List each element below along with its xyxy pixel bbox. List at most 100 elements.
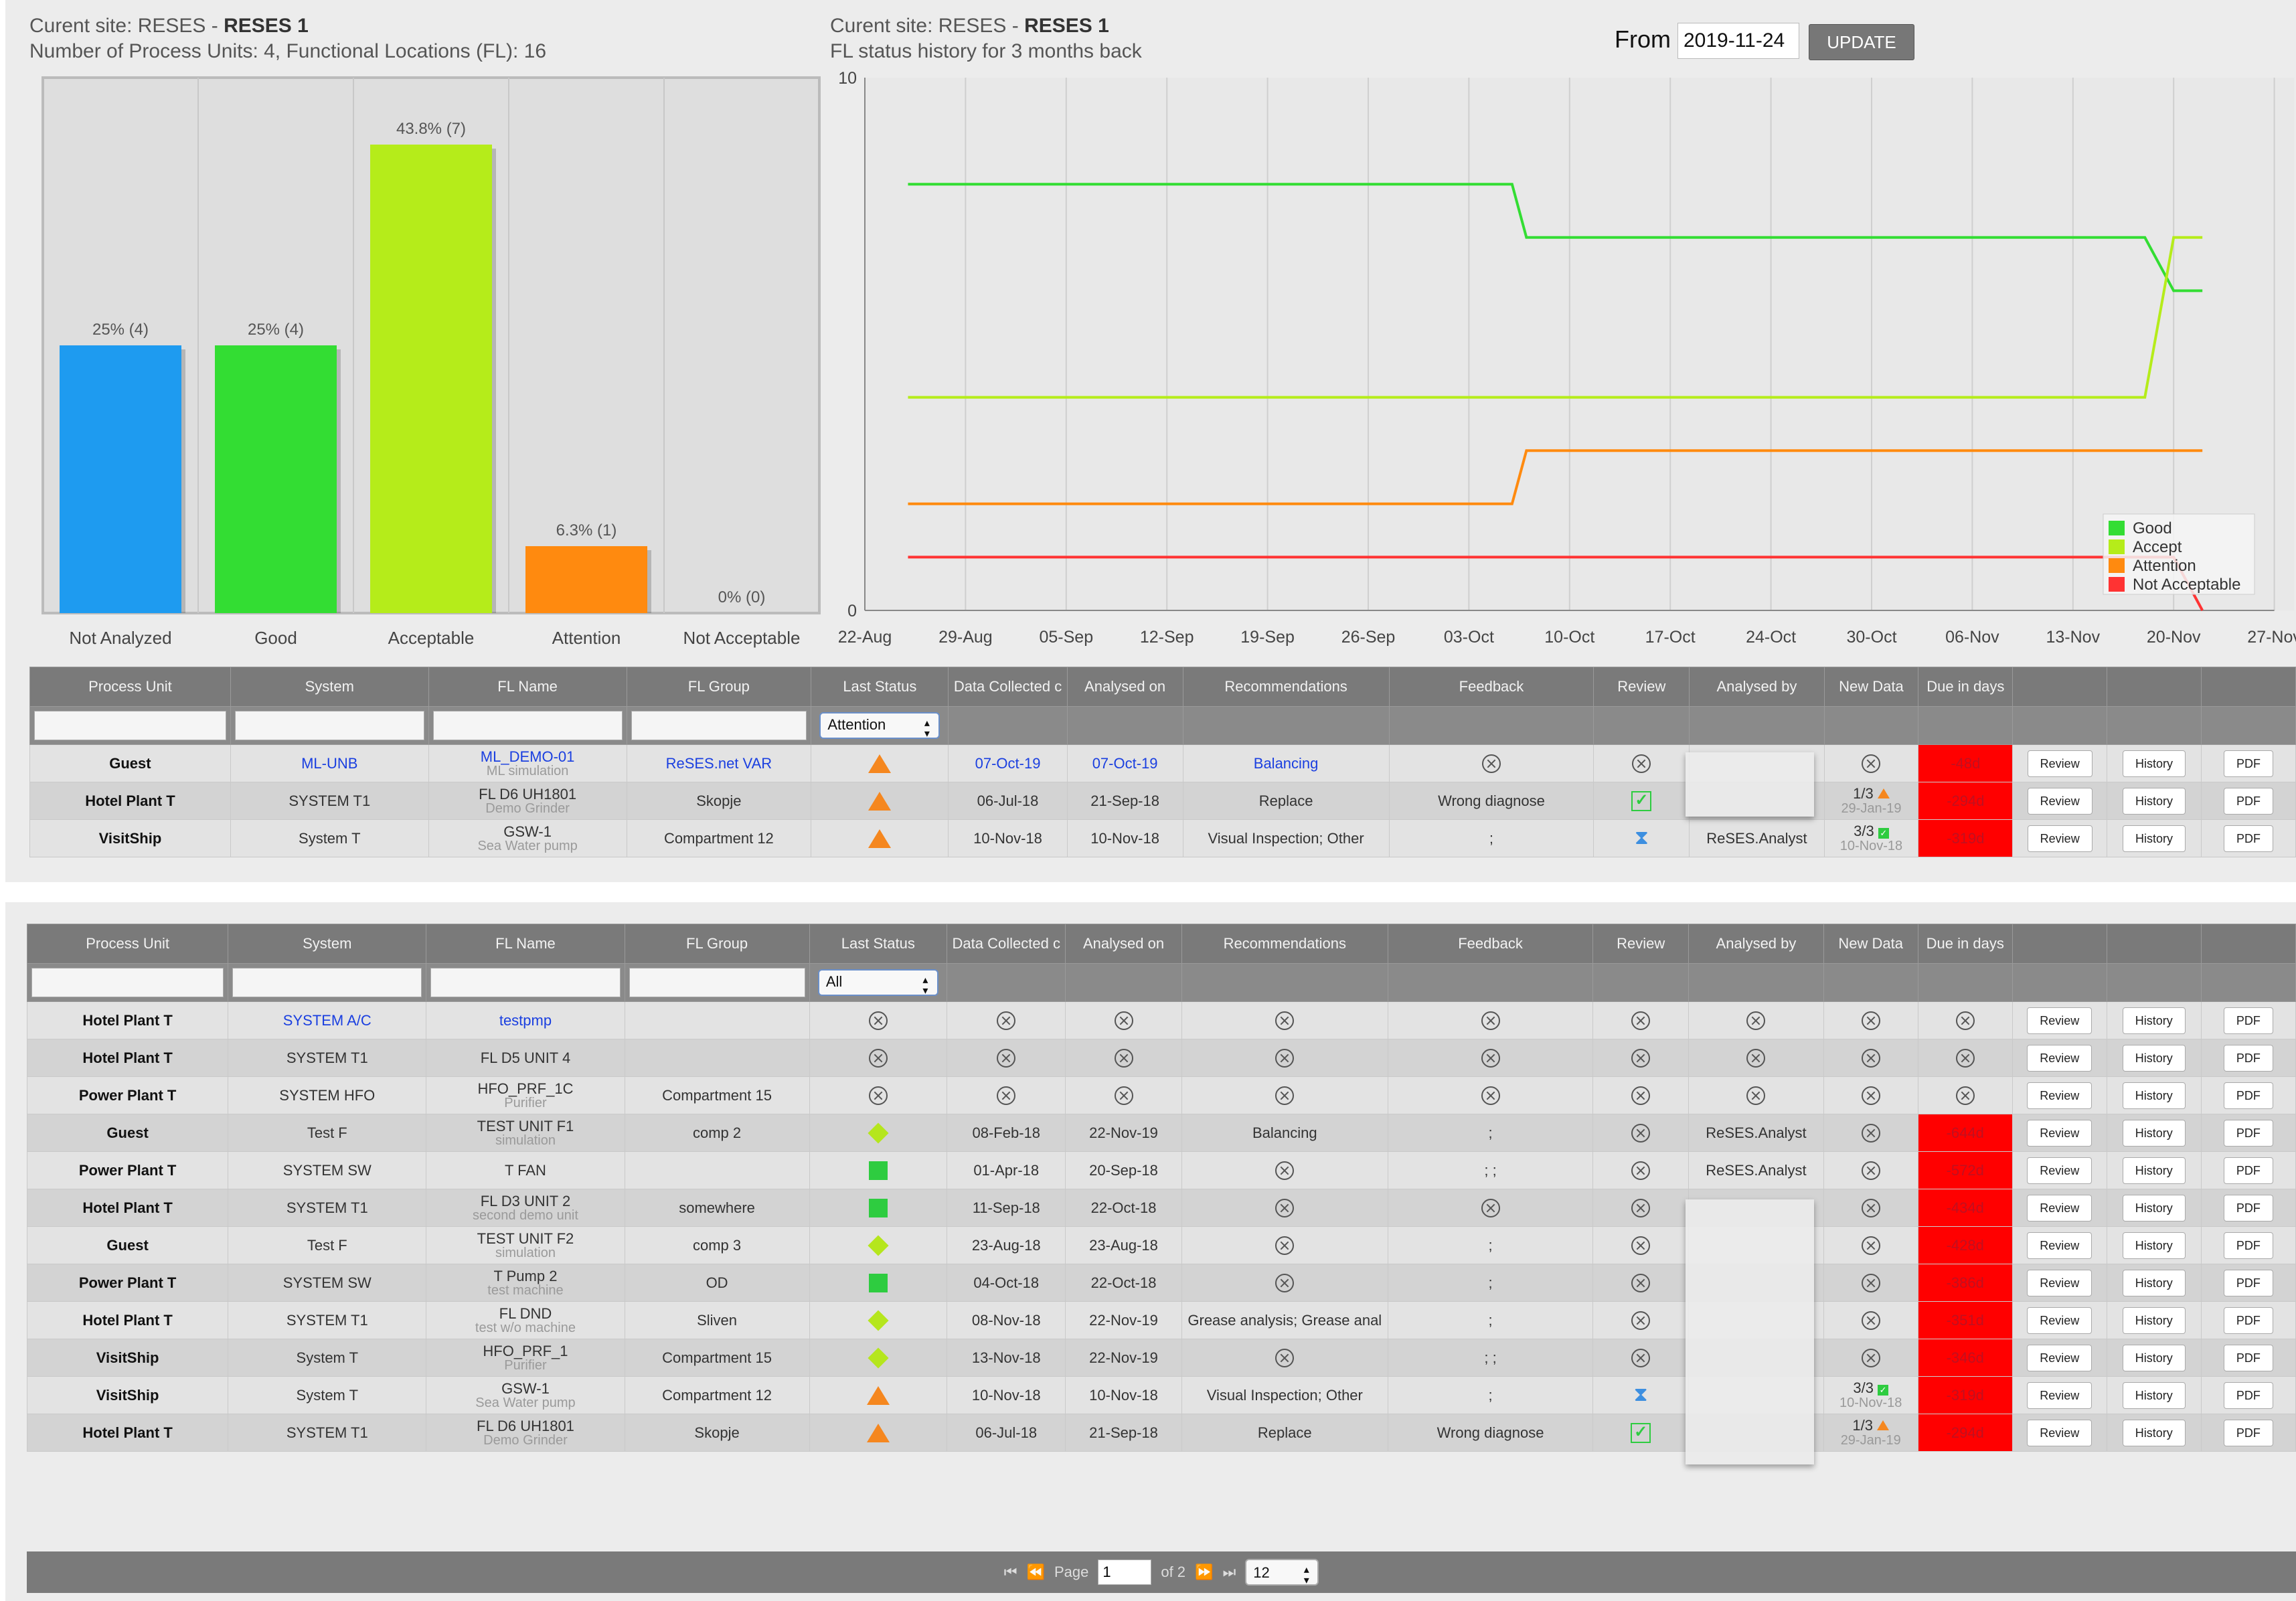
- pdf-button[interactable]: PDF: [2223, 825, 2273, 852]
- review-button[interactable]: Review: [2027, 750, 2093, 777]
- feedback-cell[interactable]: ;: [1387, 1376, 1594, 1414]
- status-filter-select[interactable]: All: [817, 969, 938, 996]
- review-button[interactable]: Review: [2027, 1307, 2093, 1334]
- column-header[interactable]: FL Name: [428, 667, 627, 707]
- review-button[interactable]: Review: [2027, 1157, 2093, 1184]
- review-button[interactable]: Review: [2027, 1119, 2093, 1147]
- history-button[interactable]: History: [2123, 825, 2186, 852]
- fl-name-cell[interactable]: ML_DEMO-01 ML simulation: [428, 744, 627, 782]
- pdf-button[interactable]: PDF: [2223, 1381, 2273, 1409]
- table-row[interactable]: Hotel Plant T SYSTEM T1 FL D6 UH1801 Demo G…: [26, 1414, 2296, 1452]
- pdf-button[interactable]: PDF: [2223, 1007, 2273, 1034]
- pdf-button[interactable]: PDF: [2223, 1119, 2273, 1147]
- new-data-cell[interactable]: 3/3 ✓ 10-Nov-18: [1823, 1376, 1918, 1414]
- pending-review-icon[interactable]: ⧗: [1635, 827, 1649, 849]
- review-cell[interactable]: ⧗: [1592, 1376, 1690, 1414]
- column-header[interactable]: Process Unit: [29, 667, 231, 707]
- update-button[interactable]: UPDATE: [1809, 24, 1914, 60]
- page-size-select[interactable]: 12: [1245, 1559, 1319, 1586]
- review-cell[interactable]: [1592, 1264, 1690, 1302]
- history-button[interactable]: History: [2122, 1269, 2186, 1296]
- feedback-cell[interactable]: [1387, 1001, 1594, 1039]
- from-date-input[interactable]: [1677, 23, 1799, 59]
- column-header[interactable]: Review: [1593, 667, 1690, 707]
- review-button[interactable]: Review: [2027, 1194, 2093, 1221]
- review-cell[interactable]: ✓: [1592, 1414, 1690, 1452]
- column-header[interactable]: Feedback: [1388, 667, 1594, 707]
- pdf-button[interactable]: PDF: [2223, 1269, 2273, 1296]
- review-cell[interactable]: [1592, 1076, 1690, 1114]
- review-cell[interactable]: [1593, 744, 1690, 782]
- column-header[interactable]: Analysed on: [1066, 667, 1183, 707]
- review-button[interactable]: Review: [2027, 787, 2093, 815]
- pdf-button[interactable]: PDF: [2223, 1419, 2273, 1446]
- column-header[interactable]: Recommendations: [1182, 667, 1390, 707]
- new-data-cell[interactable]: 1/3 29-Jan-19: [1823, 782, 1919, 820]
- pdf-button[interactable]: PDF: [2223, 1344, 2273, 1371]
- reviewed-check-icon[interactable]: ✓: [1631, 790, 1652, 811]
- table-row[interactable]: Power Plant T SYSTEM SW T Pump 2 test machi…: [26, 1264, 2296, 1302]
- table-row[interactable]: VisitShip System T GSW-1 Sea Water pump Comp…: [26, 1376, 2296, 1414]
- history-button[interactable]: History: [2122, 1119, 2186, 1147]
- feedback-cell[interactable]: ;: [1388, 819, 1594, 857]
- column-filter-input[interactable]: [31, 968, 224, 997]
- feedback-cell[interactable]: ; ;: [1387, 1151, 1594, 1189]
- review-cell[interactable]: [1592, 1001, 1690, 1039]
- review-cell[interactable]: ⧗: [1593, 819, 1690, 857]
- feedback-cell[interactable]: [1388, 744, 1594, 782]
- review-button[interactable]: Review: [2027, 1419, 2093, 1446]
- column-header[interactable]: Data Collected c: [948, 667, 1068, 707]
- new-data-cell[interactable]: [1823, 1001, 1918, 1039]
- review-button[interactable]: Review: [2027, 1381, 2093, 1409]
- history-button[interactable]: History: [2122, 1157, 2186, 1184]
- column-header[interactable]: [2012, 924, 2107, 964]
- column-filter-input[interactable]: [432, 711, 623, 740]
- column-header[interactable]: [2012, 667, 2108, 707]
- history-button[interactable]: History: [2122, 1007, 2186, 1034]
- history-button[interactable]: History: [2122, 1194, 2186, 1221]
- column-header[interactable]: FL Group: [626, 667, 812, 707]
- table-row[interactable]: VisitShip System T HFO_PRF_1 Purifier Compar…: [26, 1339, 2296, 1377]
- column-header[interactable]: Last Status: [809, 924, 948, 964]
- column-header[interactable]: Analysed by: [1689, 667, 1825, 707]
- review-button[interactable]: Review: [2027, 1232, 2093, 1259]
- table-row[interactable]: Hotel Plant T SYSTEM A/C testpmp Review Hist…: [26, 1001, 2296, 1039]
- history-button[interactable]: History: [2123, 750, 2186, 777]
- column-header[interactable]: System: [230, 667, 429, 707]
- history-button[interactable]: History: [2123, 787, 2186, 815]
- history-button[interactable]: History: [2122, 1344, 2186, 1371]
- column-filter-input[interactable]: [232, 968, 422, 997]
- new-data-cell[interactable]: [1823, 1039, 1918, 1077]
- new-data-cell[interactable]: [1823, 1151, 1918, 1189]
- feedback-cell[interactable]: [1387, 1189, 1594, 1227]
- prev-page-icon[interactable]: ⏪: [1027, 1564, 1045, 1581]
- feedback-cell[interactable]: ;: [1387, 1301, 1594, 1339]
- history-button[interactable]: History: [2122, 1419, 2186, 1446]
- review-button[interactable]: Review: [2027, 1082, 2093, 1109]
- table-row[interactable]: Guest ML-UNB ML_DEMO-01 ML simulation ReSES.…: [29, 744, 2296, 782]
- new-data-cell[interactable]: 3/3 ✓ 10-Nov-18: [1823, 819, 1919, 857]
- review-button[interactable]: Review: [2027, 1007, 2093, 1034]
- reviewed-check-icon[interactable]: ✓: [1631, 1422, 1651, 1443]
- review-cell[interactable]: [1592, 1151, 1690, 1189]
- feedback-cell[interactable]: [1387, 1039, 1594, 1077]
- table-row[interactable]: Hotel Plant T SYSTEM T1 FL D6 UH1801 Demo G…: [29, 782, 2296, 820]
- pdf-button[interactable]: PDF: [2223, 1082, 2273, 1109]
- review-cell[interactable]: [1592, 1339, 1690, 1377]
- table-row[interactable]: Guest Test F TEST UNIT F1 simulation comp 20…: [26, 1114, 2296, 1152]
- pdf-button[interactable]: PDF: [2223, 1194, 2273, 1221]
- system-cell[interactable]: SYSTEM A/C: [228, 1001, 427, 1039]
- table-row[interactable]: Hotel Plant T SYSTEM T1 FL DND test w/o mac…: [26, 1301, 2296, 1339]
- pdf-button[interactable]: PDF: [2223, 1157, 2273, 1184]
- history-button[interactable]: History: [2122, 1381, 2186, 1409]
- new-data-cell[interactable]: 1/3 29-Jan-19: [1823, 1414, 1918, 1452]
- table-row[interactable]: Guest Test F TEST UNIT F2 simulation comp 32…: [26, 1226, 2296, 1264]
- feedback-cell[interactable]: Wrong diagnose: [1387, 1414, 1594, 1452]
- next-page-icon[interactable]: ⏩: [1195, 1564, 1213, 1581]
- column-header[interactable]: FL Group: [624, 924, 810, 964]
- pdf-button[interactable]: PDF: [2223, 1044, 2273, 1072]
- table-row[interactable]: Hotel Plant T SYSTEM T1 FL D3 UNIT 2 second…: [26, 1189, 2296, 1227]
- table-row[interactable]: Power Plant T SYSTEM SW T FAN 01-Apr-18 20-S…: [26, 1151, 2296, 1189]
- column-header[interactable]: Due in days: [1917, 924, 2013, 964]
- column-filter-input[interactable]: [631, 711, 807, 740]
